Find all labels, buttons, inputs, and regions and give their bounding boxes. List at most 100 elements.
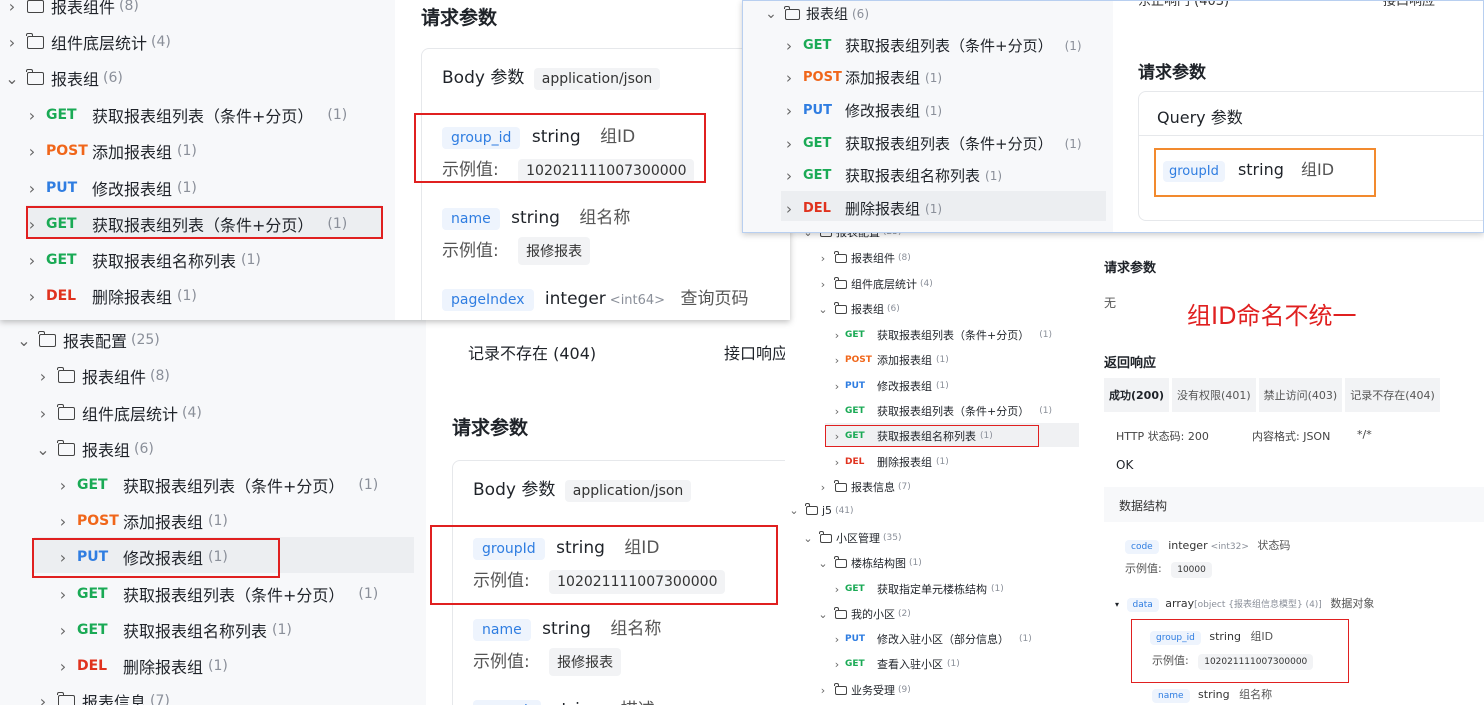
tab-success[interactable]: 成功(200): [1104, 378, 1170, 412]
api-count: (1): [208, 658, 228, 674]
api-label: 修改报表组: [845, 102, 921, 120]
api-item[interactable]: › GET 获取报表组名称列表 (1): [55, 618, 292, 642]
api-item[interactable]: › PUT 修改报表组 (1): [781, 100, 942, 121]
chevron-down-icon: ⌄: [818, 302, 828, 316]
api-label: 删除报表组: [877, 456, 932, 469]
tree-folder-report-group[interactable]: ⌄ 报表组 (6): [815, 301, 900, 317]
tree-folder-component-stats[interactable]: › 组件底层统计 (4): [35, 401, 202, 425]
api-item[interactable]: › DEL 删除报表组 (1): [781, 198, 942, 219]
body-label: Body 参数: [442, 68, 525, 88]
tree-label: j5: [822, 504, 833, 517]
tree-count: (2): [898, 609, 911, 619]
tab-no-permission[interactable]: 没有权限(401): [1172, 378, 1256, 412]
field-format: <int64>: [609, 293, 666, 308]
example-label: 示例值:: [442, 241, 499, 261]
api-count: (1): [925, 201, 943, 216]
tree-folder-business[interactable]: › 业务受理 (9): [815, 682, 911, 698]
method-badge: POST: [803, 70, 842, 85]
field-desc: 组名称: [1239, 688, 1273, 701]
api-item[interactable]: › GET 获取报表组列表（条件+分页） (1): [781, 133, 1082, 154]
api-item[interactable]: › GET 获取报表组列表（条件+分页） (1): [55, 473, 378, 497]
folder-icon: [834, 479, 847, 492]
chevron-right-icon: ›: [820, 480, 826, 494]
tree-label: 业务受理: [851, 684, 895, 697]
field-name: data: [1126, 598, 1159, 612]
tree-folder-my-community[interactable]: ⌄ 我的小区 (2): [815, 606, 911, 622]
tab-not-found[interactable]: 记录不存在(404): [1345, 378, 1440, 412]
field-type: integer: [544, 289, 606, 309]
chevron-right-icon: ›: [59, 475, 67, 495]
tree-count: (25): [131, 332, 160, 348]
api-item[interactable]: › GET 获取指定单元楼栋结构 (1): [829, 581, 1004, 597]
api-item[interactable]: › GET 查看入驻小区 (1): [829, 656, 960, 672]
response-tabs: 成功(200) 没有权限(401) 禁止访问(403) 记录不存在(404): [1104, 378, 1440, 412]
api-item[interactable]: › GET 获取报表组列表（条件+分页） (1): [781, 35, 1082, 56]
api-item[interactable]: › PUT 修改入驻小区（部分信息） (1): [829, 631, 1032, 647]
expand-icon[interactable]: ▾: [1115, 600, 1119, 609]
tree-folder-report-component[interactable]: › 报表组件 (8): [4, 0, 139, 18]
chevron-right-icon: ›: [834, 353, 840, 367]
tree-folder-report-info[interactable]: › 报表信息 (7): [35, 689, 170, 705]
chevron-right-icon: ›: [28, 178, 36, 198]
api-item[interactable]: › DEL 删除报表组 (1): [829, 454, 949, 470]
api-item[interactable]: › POST 添加报表组 (1): [24, 139, 197, 163]
api-item[interactable]: › GET 获取报表组列表（条件+分页） (1): [24, 103, 347, 127]
api-item[interactable]: › GET 获取报表组名称列表 (1): [24, 248, 261, 272]
api-count: (1): [925, 70, 943, 85]
tree-folder-component-stats[interactable]: › 组件底层统计 (4): [4, 30, 171, 54]
api-count: (1): [936, 355, 949, 365]
api-item[interactable]: › GET 获取报表组列表（条件+分页） (1): [829, 327, 1052, 343]
content-type-badge: application/json: [564, 480, 692, 502]
tree-folder-building[interactable]: ⌄ 楼栋结构图 (1): [815, 555, 922, 571]
tree-folder-j5[interactable]: ⌄ j5 (41): [786, 503, 854, 517]
tree-label: 报表信息: [82, 693, 147, 705]
tree-folder-report-group[interactable]: ⌄ 报表组 (6): [35, 437, 154, 461]
field-name: name: [1152, 689, 1190, 703]
folder-icon: [27, 0, 44, 13]
tree-folder-report-config[interactable]: ⌄ 报表配置(25): [16, 328, 160, 352]
api-item[interactable]: › POST 添加报表组 (1): [781, 67, 942, 88]
method-badge: DEL: [803, 201, 831, 216]
field-type: integer: [1168, 539, 1208, 552]
tree-folder-component-stats[interactable]: › 组件底层统计 (4): [815, 276, 933, 292]
tree-folder-report-group[interactable]: ⌄ 报表组 (6): [763, 4, 869, 24]
chevron-down-icon: ⌄: [17, 330, 31, 350]
api-item[interactable]: › PUT 修改报表组 (1): [829, 378, 949, 394]
tree-folder-community[interactable]: ⌄ 小区管理 (35): [800, 530, 901, 546]
api-item[interactable]: › DEL 删除报表组 (1): [24, 284, 197, 308]
tree-count: (9): [898, 685, 911, 695]
api-item[interactable]: › GET 获取报表组列表（条件+分页） (1): [55, 582, 378, 606]
section-heading: 请求参数: [1104, 261, 1157, 276]
api-count: (1): [177, 288, 197, 304]
api-item[interactable]: › POST 添加报表组 (1): [55, 509, 228, 533]
tree-folder-report-group[interactable]: ⌄ 报表组 (6): [4, 66, 123, 90]
tree-count: (6): [852, 7, 869, 21]
chevron-right-icon: ›: [786, 166, 792, 185]
method-badge: GET: [46, 252, 77, 268]
folder-icon: [26, 68, 44, 85]
folder-icon: [819, 530, 832, 543]
tree-label: 报表组: [806, 7, 848, 23]
chevron-right-icon: ›: [820, 683, 826, 697]
tree-label: 报表配置: [63, 332, 128, 351]
api-count: (1): [272, 622, 292, 638]
tree-folder-report-component[interactable]: › 报表组件 (8): [815, 250, 911, 266]
api-item[interactable]: › POST 添加报表组 (1): [829, 352, 949, 368]
section-heading: 请求参数: [1138, 63, 1206, 83]
field-type: string: [511, 208, 560, 228]
api-count: (1): [1064, 136, 1082, 151]
chevron-right-icon: ›: [820, 251, 826, 265]
tree-folder-report-info[interactable]: › 报表信息 (7): [815, 479, 911, 495]
api-item[interactable]: › GET 获取报表组名称列表 (1): [781, 165, 1002, 186]
highlight-box: [32, 538, 280, 578]
api-item[interactable]: › GET 获取报表组列表（条件+分页） (1): [829, 403, 1052, 419]
api-label: 获取报表组列表（条件+分页）: [123, 477, 345, 496]
tree-folder-report-component[interactable]: › 报表组件 (8): [35, 364, 170, 388]
api-item[interactable]: › DEL 删除报表组 (1): [55, 654, 228, 678]
chevron-right-icon: ›: [39, 366, 47, 386]
tab-forbidden[interactable]: 禁止访问(403): [1258, 378, 1343, 412]
http-status: HTTP 状态码: 200: [1116, 430, 1209, 443]
chevron-right-icon: ›: [786, 101, 792, 120]
method-badge: POST: [77, 513, 119, 529]
api-item[interactable]: › PUT 修改报表组 (1): [24, 176, 197, 200]
